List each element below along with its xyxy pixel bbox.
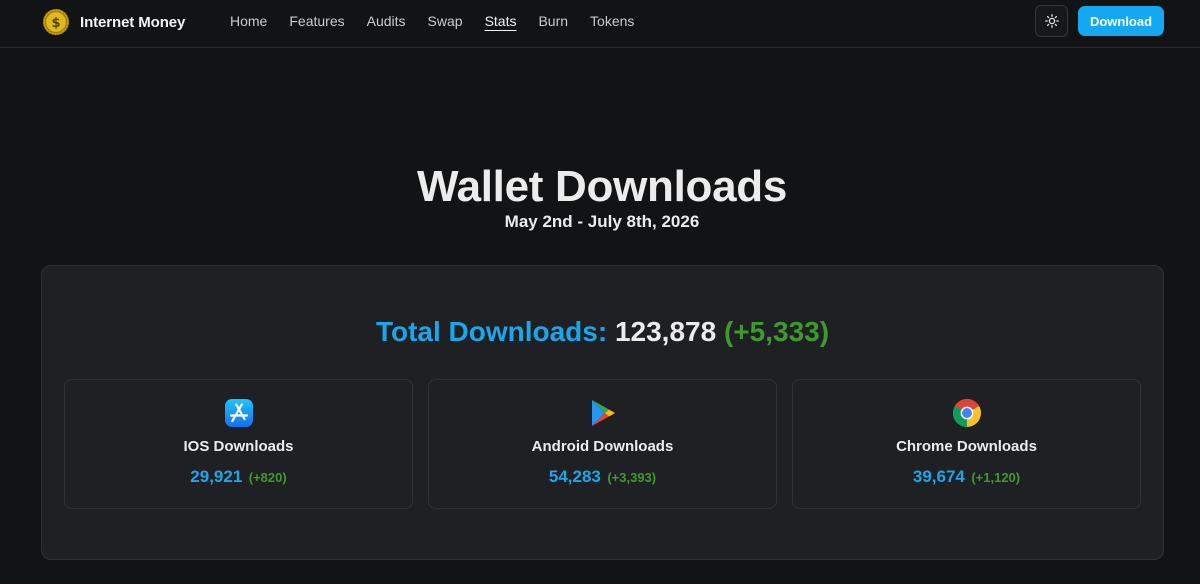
card-title: IOS Downloads xyxy=(183,438,294,455)
card-title: Android Downloads xyxy=(531,438,674,455)
total-label: Total Downloads: xyxy=(375,316,608,347)
nav-stats[interactable]: Stats xyxy=(485,13,517,29)
app-store-icon xyxy=(224,399,253,427)
nav-features[interactable]: Features xyxy=(289,13,344,29)
card-delta: (+1,120) xyxy=(971,470,1021,485)
brand-name: Internet Money xyxy=(80,13,186,31)
nav-tokens[interactable]: Tokens xyxy=(590,13,634,29)
brand[interactable]: $ Internet Money xyxy=(42,7,185,37)
downloads-panel: Total Downloads: 123,878 (+5,333) IOS Do… xyxy=(41,265,1164,560)
coin-logo-icon: $ xyxy=(43,9,69,35)
top-nav-bar: $ Internet Money Home Features Audits Sw… xyxy=(0,0,1200,48)
svg-text:$: $ xyxy=(51,16,60,31)
total-downloads: Total Downloads: 123,878 (+5,333) xyxy=(42,316,1163,348)
nav-home[interactable]: Home xyxy=(230,13,267,29)
card-count: 54,283 xyxy=(548,467,601,486)
sun-icon xyxy=(1044,14,1059,28)
card-count: 39,674 xyxy=(912,467,965,486)
card-delta: (+820) xyxy=(248,470,287,485)
chrome-card: Chrome Downloads 39,674 (+1,120) xyxy=(792,379,1141,509)
google-play-icon xyxy=(591,400,615,426)
theme-toggle-button[interactable] xyxy=(1035,5,1068,37)
total-value: 123,878 xyxy=(614,316,717,347)
nav-swap[interactable]: Swap xyxy=(428,13,463,29)
card-title: Chrome Downloads xyxy=(896,438,1037,455)
card-count: 29,921 xyxy=(190,467,243,486)
total-delta: (+5,333) xyxy=(723,316,830,347)
card-delta: (+3,393) xyxy=(607,470,657,485)
chrome-icon xyxy=(952,399,981,427)
nav-burn[interactable]: Burn xyxy=(538,13,568,29)
android-card: Android Downloads 54,283 (+3,393) xyxy=(428,379,777,509)
page-title: Wallet Downloads xyxy=(416,162,788,211)
date-range: May 2nd - July 8th, 2026 xyxy=(504,212,700,231)
main-nav: Home Features Audits Swap Stats Burn Tok… xyxy=(230,0,634,42)
nav-audits[interactable]: Audits xyxy=(367,13,406,29)
download-button[interactable]: Download xyxy=(1078,6,1164,36)
ios-card: IOS Downloads 29,921 (+820) xyxy=(64,379,413,509)
